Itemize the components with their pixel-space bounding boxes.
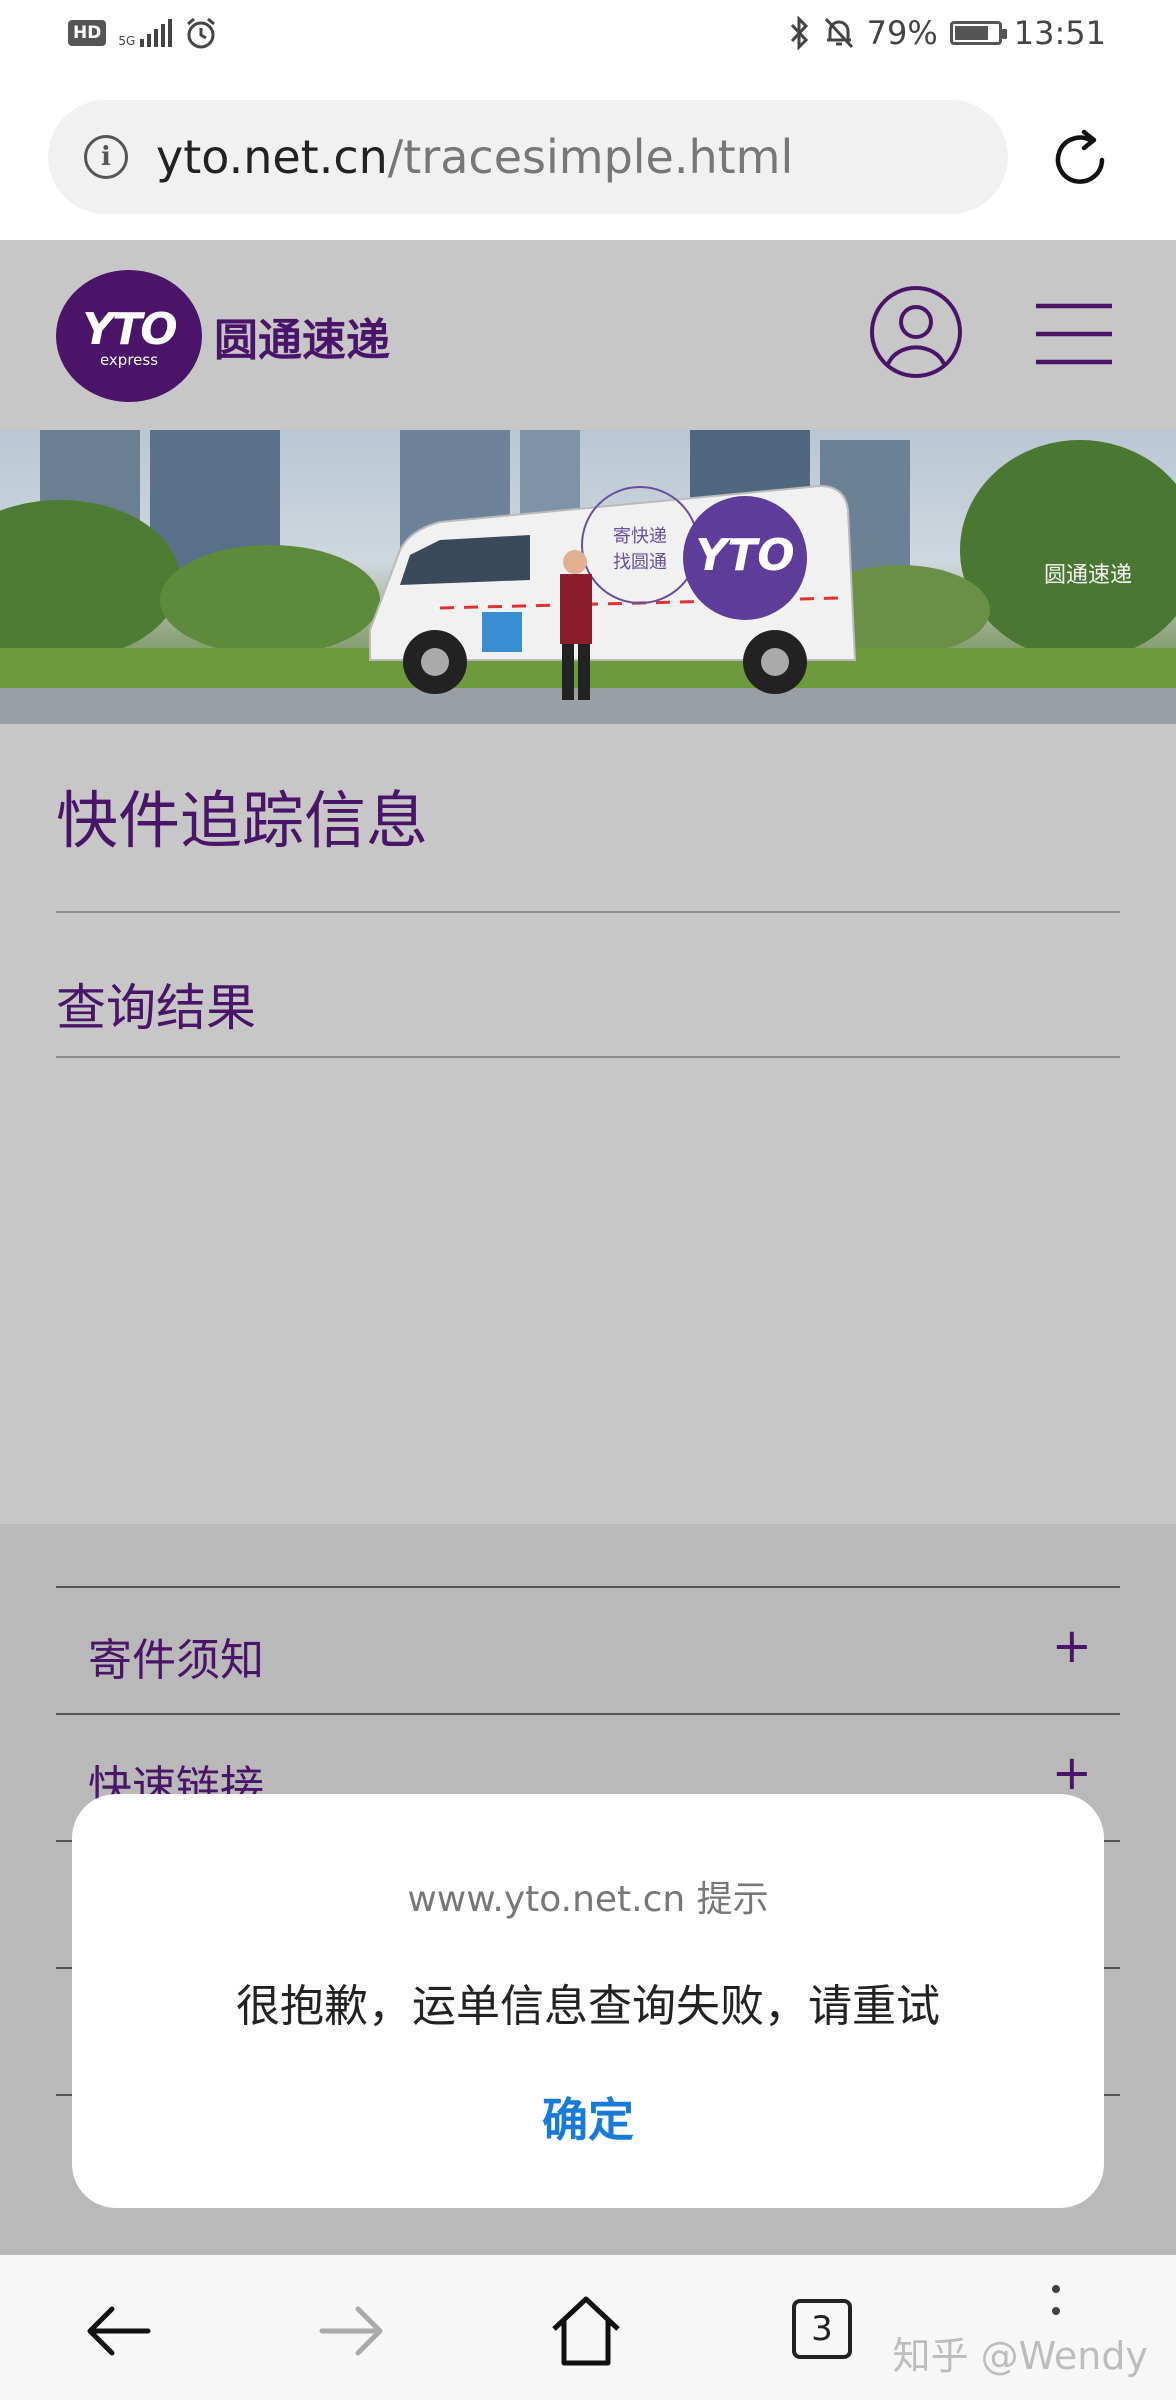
- divider: [56, 1056, 1120, 1058]
- browser-bottom-bar: 3 知乎 @Wendy: [0, 2255, 1176, 2400]
- forward-arrow-icon[interactable]: [312, 2291, 392, 2371]
- confirm-button[interactable]: 确定: [72, 2084, 1104, 2150]
- hamburger-menu-icon[interactable]: [1034, 302, 1114, 366]
- brand-name[interactable]: 圆通速递: [214, 304, 390, 368]
- address-bar[interactable]: i yto.net.cn/tracesimple.html: [48, 100, 1008, 214]
- logo-subtext: express: [99, 350, 159, 369]
- bluetooth-icon: [790, 16, 808, 50]
- network-type: 5G: [118, 34, 136, 48]
- tabs-count-button[interactable]: 3: [792, 2299, 852, 2359]
- hero-banner: YTO 寄快递 找圆通 圆通速递: [0, 430, 1176, 724]
- logo-text: YTO: [82, 303, 177, 355]
- home-icon[interactable]: [546, 2291, 626, 2371]
- alert-dialog: www.yto.net.cn 提示 很抱歉，运单信息查询失败，请重试 确定: [72, 1794, 1104, 2208]
- yto-logo[interactable]: YTO express: [56, 270, 202, 402]
- plus-icon[interactable]: +: [1052, 1618, 1092, 1674]
- reload-icon[interactable]: [1046, 126, 1114, 194]
- clock: 13:51: [1013, 14, 1106, 52]
- more-options-icon[interactable]: [1052, 2285, 1062, 2315]
- back-arrow-icon[interactable]: [78, 2291, 158, 2371]
- accordion-label: 寄件须知: [88, 1635, 264, 1686]
- watermark: 知乎 @Wendy: [892, 2334, 1149, 2378]
- query-result-heading: 查询结果: [56, 979, 256, 1037]
- url-host: yto.net.cn: [156, 130, 388, 184]
- signal-icon: 5G: [118, 19, 173, 48]
- dialog-message: 很抱歉，运单信息查询失败，请重试: [236, 1981, 940, 2032]
- silent-bell-icon: [824, 17, 853, 49]
- plus-icon[interactable]: +: [1052, 1745, 1092, 1801]
- dialog-title: www.yto.net.cn 提示: [407, 1879, 769, 1920]
- banner-caption: 圆通速递: [1044, 563, 1132, 588]
- status-left: HD 5G: [68, 16, 218, 50]
- page-title: 快件追踪信息: [56, 784, 429, 857]
- info-icon[interactable]: i: [84, 135, 128, 179]
- battery-percent: 79%: [866, 14, 938, 52]
- banner-van-text-2: 找圆通: [613, 552, 667, 573]
- url-path: /tracesimple.html: [387, 130, 794, 184]
- svg-text:YTO: YTO: [695, 530, 794, 581]
- status-right: 79% 13:51: [789, 14, 1106, 52]
- browser-toolbar: i yto.net.cn/tracesimple.html: [0, 72, 1176, 240]
- divider: [56, 911, 1120, 913]
- status-bar: HD 5G 79% 13:51: [0, 0, 1176, 72]
- hd-badge: HD: [68, 20, 107, 46]
- url-text[interactable]: yto.net.cn/tracesimple.html: [156, 130, 793, 184]
- accordion-item-shipping-notice[interactable]: 寄件须知 +: [56, 1586, 1120, 1713]
- banner-image: YTO 寄快递 找圆通 圆通速递: [0, 430, 1176, 724]
- user-account-icon[interactable]: [868, 284, 964, 380]
- banner-van-text-1: 寄快递: [613, 526, 667, 547]
- battery-fill: [954, 26, 988, 40]
- site-header: YTO express 圆通速递: [0, 240, 1176, 430]
- alarm-icon: [187, 17, 216, 49]
- battery-icon: [949, 21, 1007, 45]
